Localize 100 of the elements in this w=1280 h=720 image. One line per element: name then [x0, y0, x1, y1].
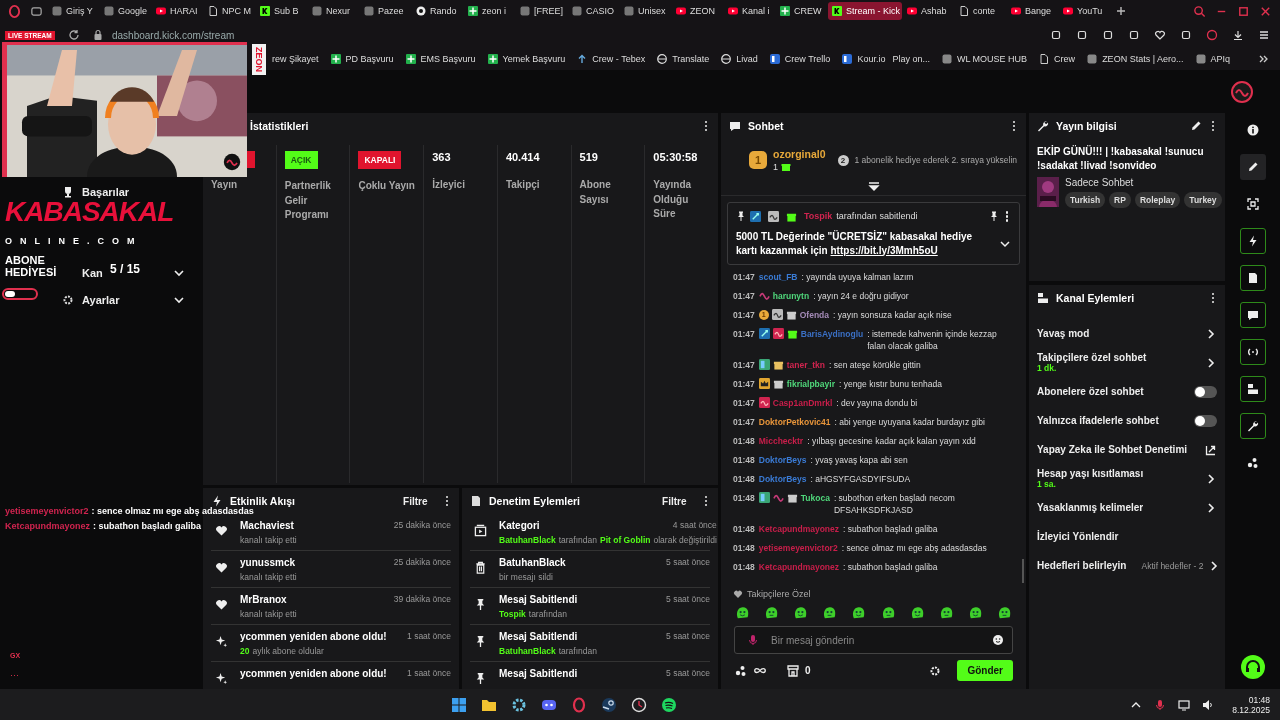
gift-count: 1: [773, 162, 778, 172]
browser-tab[interactable]: zeon i: [464, 2, 515, 20]
chat-input-field[interactable]: Bir mesaj gönderin: [734, 626, 1013, 654]
browser-tab[interactable]: Sub B: [256, 2, 307, 20]
message-text: : yenge kıstır bunu tenhada: [838, 377, 943, 390]
message-time: 01:47: [733, 289, 755, 302]
action-label[interactable]: Yapay Zeka ile Sohbet Denetimi: [1037, 444, 1188, 455]
event-title: yunussmck: [240, 557, 296, 568]
category-name[interactable]: Sadece Sohbet: [1065, 177, 1222, 188]
action-value: 1 dk.: [1037, 363, 1057, 373]
chat-username[interactable]: DoktorBeys: [758, 472, 807, 485]
bookmark[interactable]: Yemek Başvuru: [487, 54, 566, 64]
sidebar-item[interactable]: Kan: [82, 266, 103, 279]
bookmark[interactable]: PD Başvuru: [330, 54, 394, 64]
event-title: Mesaj Sabitlendi: [499, 631, 578, 642]
filter-button[interactable]: Filtre: [403, 495, 428, 507]
action-label[interactable]: Hedefleri belirleyin: [1037, 560, 1127, 571]
tag[interactable]: Turkish: [1065, 192, 1106, 208]
stat-label: İzleyici: [432, 178, 465, 192]
tag[interactable]: Roleplay: [1134, 192, 1181, 208]
chat-username[interactable]: scout_FB: [758, 270, 798, 283]
action-label[interactable]: İzleyici Yönlendir: [1037, 531, 1119, 542]
browser-tab[interactable]: Unisex: [620, 2, 671, 20]
bookmark[interactable]: Kour.io Play on...: [842, 54, 930, 64]
highlighted-name: Pit of Goblin: [599, 535, 651, 545]
chat-username[interactable]: fikrialpbayir: [786, 377, 835, 390]
action-label[interactable]: Takipçilere özel sohbet: [1037, 352, 1147, 363]
bookmark[interactable]: WL MOUSE HUB: [941, 54, 1028, 64]
chat-username[interactable]: Tukoca: [800, 491, 830, 504]
browser-tab[interactable]: ZEON: [672, 2, 723, 20]
chat-username[interactable]: DoktorBeys: [758, 453, 807, 466]
browser-tab[interactable]: Bange: [1007, 2, 1058, 20]
bookmark[interactable]: Crew - Tebex: [577, 54, 646, 64]
action-label[interactable]: Abonelere özel sohbet: [1037, 386, 1144, 397]
bookmark[interactable]: rew Şikayet: [272, 54, 319, 64]
browser-tab[interactable]: YouTu: [1059, 2, 1110, 20]
event-time: 25 dakika önce: [393, 557, 451, 568]
browser-tab[interactable]: Kanal i: [724, 2, 775, 20]
message-input[interactable]: Bir mesaj gönderin: [769, 633, 982, 647]
event-title: Mesaj Sabitlendi: [499, 668, 578, 679]
pinned-by-username: Tospik: [804, 211, 833, 222]
clock-time[interactable]: 01:48: [1248, 694, 1270, 705]
action-label[interactable]: Hesap yaşı kısıtlaması: [1037, 468, 1144, 479]
message-time: 01:48: [733, 560, 755, 573]
message-time: 01:48: [733, 472, 755, 485]
message-text: : istemede kahvenin içinde kezzap falan olacak galiba: [867, 327, 998, 352]
more-icon[interactable]: ···: [10, 670, 19, 680]
sidebar-item[interactable]: Başarılar: [82, 185, 130, 198]
action-label[interactable]: Yavaş mod: [1037, 328, 1090, 339]
browser-tab[interactable]: CASIO: [568, 2, 619, 20]
browser-tab[interactable]: Stream - Kick: [828, 2, 902, 20]
address-field[interactable]: dashboard.kick.com/stream: [112, 29, 235, 41]
browser-tab[interactable]: Giriş Y: [48, 2, 99, 20]
browser-tab[interactable]: Nexur: [308, 2, 359, 20]
message-text: : yılbaşı gecesine kadar açık kalan yayın xdd: [807, 434, 977, 447]
browser-tab[interactable]: [FREE]: [516, 2, 567, 20]
pinned-label: tarafından sabitlendi: [836, 211, 918, 222]
overlay-chat-username: Ketcapundmayonez: [5, 521, 91, 531]
browser-tab[interactable]: Ashab: [903, 2, 954, 20]
bookmark[interactable]: Translate: [657, 54, 710, 64]
bookmark[interactable]: Crew Trello: [769, 54, 831, 64]
rank-badge: 2: [837, 154, 849, 166]
stat-label: Yayında Olduğu Süre: [653, 178, 693, 221]
browser-tab[interactable]: HARAI: [152, 2, 203, 20]
sidebar-item[interactable]: Ayarlar: [82, 293, 120, 306]
chat-username[interactable]: harunytn: [772, 289, 810, 302]
tag[interactable]: RP: [1109, 192, 1131, 208]
action-label[interactable]: Yalnızca ifadelerle sohbet: [1037, 415, 1159, 426]
event-detail: tarafından: [558, 535, 597, 545]
bookmark[interactable]: Livad: [721, 54, 758, 64]
send-button[interactable]: Gönder: [957, 660, 1013, 681]
goal-label: ABONE HEDİYESİ: [5, 254, 58, 278]
highlighted-name: BatuhanBlack: [499, 646, 556, 656]
chat-username[interactable]: BarisAydinoglu: [800, 327, 864, 340]
highlighted-name: BatuhanBlack: [499, 535, 556, 545]
chat-username[interactable]: Ofenda: [799, 308, 830, 321]
browser-tab[interactable]: CREW: [776, 2, 827, 20]
clock-date[interactable]: 8.12.2025: [1232, 704, 1270, 715]
browser-tab[interactable]: NPC M: [204, 2, 255, 20]
action-value: 1 sa.: [1037, 479, 1057, 489]
action-label[interactable]: Yasaklanmış kelimeler: [1037, 502, 1144, 513]
bookmark[interactable]: APIq: [1195, 54, 1230, 64]
bookmark[interactable]: EMS Başvuru: [405, 54, 476, 64]
browser-tab[interactable]: Pazee: [360, 2, 411, 20]
stat-value: 363: [432, 151, 451, 165]
event-title: BatuhanBlack: [499, 557, 566, 568]
message-time: 01:48: [733, 522, 755, 535]
tag[interactable]: Turkey: [1184, 192, 1222, 208]
bookmark[interactable]: Crew: [1039, 54, 1076, 64]
message-time: 01:48: [733, 491, 755, 504]
filter-button[interactable]: Filtre: [662, 495, 687, 507]
browser-tab[interactable]: Google: [100, 2, 151, 20]
bookmark[interactable]: ZEON Stats | Aero...: [1087, 54, 1184, 64]
browser-tab[interactable]: Rando: [412, 2, 463, 20]
event-detail: tarafından: [558, 646, 597, 656]
event-time: 1 saat önce: [407, 668, 451, 679]
panel-title: Kanal Eylemleri: [1056, 292, 1135, 304]
chat-username[interactable]: DoktorPetkovic41: [758, 415, 831, 428]
pinned-link[interactable]: https://bit.ly/3Mmh5oU: [830, 244, 938, 256]
browser-tab[interactable]: conte: [955, 2, 1006, 20]
